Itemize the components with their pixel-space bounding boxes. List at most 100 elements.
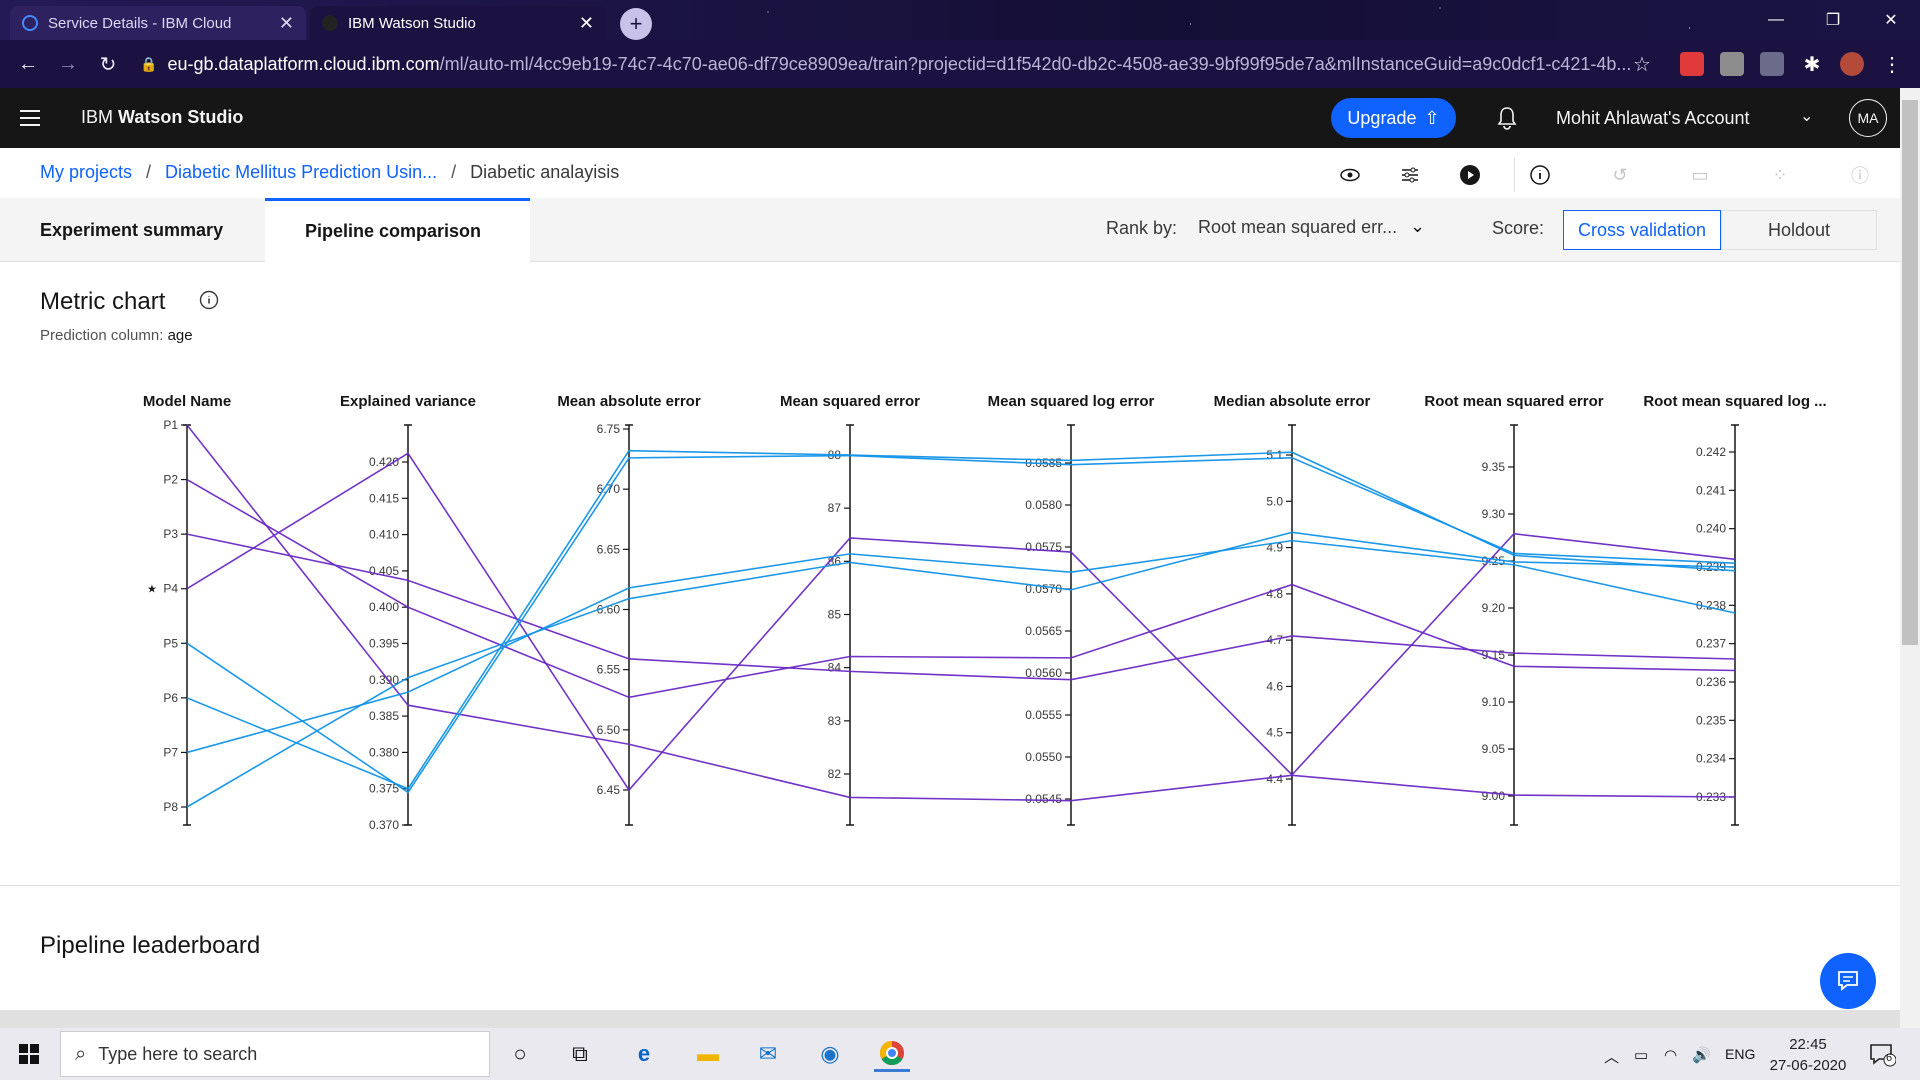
screen: Service Details - IBM Cloud ✕ IBM Watson… bbox=[0, 0, 1920, 1080]
tick-label: 83 bbox=[828, 714, 842, 728]
tray-up-icon[interactable]: ︿ bbox=[1604, 1046, 1619, 1067]
volume-icon[interactable]: 🔊 bbox=[1692, 1046, 1711, 1064]
extension-icon[interactable] bbox=[1680, 52, 1704, 76]
tick-label: 0.0550 bbox=[1025, 750, 1062, 764]
tab-experiment-summary[interactable]: Experiment summary bbox=[40, 198, 250, 262]
breadcrumb-project[interactable]: Diabetic Mellitus Prediction Usin... bbox=[165, 162, 437, 183]
table-header-strip bbox=[0, 1010, 1900, 1028]
help-icon[interactable]: ⓘ bbox=[1848, 163, 1872, 187]
axis-label: Root mean squared log ... bbox=[1643, 393, 1826, 410]
profile-icon[interactable] bbox=[1840, 52, 1864, 76]
tick-label: 0.237 bbox=[1696, 637, 1726, 651]
comment-icon[interactable]: ▭ bbox=[1688, 163, 1712, 187]
url-field[interactable]: 🔒 eu-gb.dataplatform.cloud.ibm.com/ml/au… bbox=[140, 46, 1640, 82]
tick-label: P7 bbox=[163, 745, 178, 759]
close-icon[interactable]: ✕ bbox=[279, 13, 294, 34]
puzzle-icon[interactable]: ✱ bbox=[1800, 52, 1824, 76]
task-view-icon[interactable]: ⧉ bbox=[562, 1036, 598, 1072]
breadcrumb-current: Diabetic analayisis bbox=[470, 162, 620, 182]
series-line-p8[interactable] bbox=[186, 531, 1736, 808]
series-line-p6[interactable] bbox=[186, 449, 1736, 790]
chat-button[interactable] bbox=[1820, 953, 1876, 1009]
account-switcher[interactable]: Mohit Ahlawat's Account bbox=[1556, 108, 1750, 129]
history-icon[interactable]: ↺ bbox=[1608, 163, 1632, 187]
browser-tab-watson-studio[interactable]: IBM Watson Studio ✕ bbox=[310, 6, 606, 40]
rank-dropdown[interactable]: Root mean squared err... bbox=[1198, 217, 1397, 238]
chevron-down-icon[interactable]: ⌄ bbox=[1800, 106, 1813, 126]
tick-label: 0.380 bbox=[369, 745, 399, 759]
wifi-icon[interactable]: ◠ bbox=[1664, 1046, 1677, 1064]
back-icon[interactable]: ← bbox=[8, 44, 48, 84]
menu-dots-icon[interactable]: ⋮ bbox=[1882, 52, 1902, 77]
file-explorer-icon[interactable]: ▬ bbox=[690, 1036, 726, 1072]
reload-icon[interactable]: ↻ bbox=[88, 44, 128, 84]
series-line-p7[interactable] bbox=[186, 539, 1736, 754]
tick-label: P2 bbox=[163, 473, 178, 487]
tick-label: P4 bbox=[163, 582, 178, 596]
tick-label: 87 bbox=[828, 501, 842, 515]
forward-icon[interactable]: → bbox=[48, 44, 88, 84]
tab-pipeline-comparison[interactable]: Pipeline comparison bbox=[265, 198, 530, 262]
brand-prefix: IBM bbox=[81, 107, 119, 127]
tick-label: 4.6 bbox=[1266, 679, 1283, 693]
tick-label: 0.415 bbox=[369, 491, 399, 505]
notification-center-icon[interactable]: 6 bbox=[1868, 1040, 1897, 1068]
breadcrumb-separator: / bbox=[451, 162, 457, 182]
edge-icon[interactable]: e bbox=[626, 1036, 662, 1072]
browser-tab-ibm-cloud[interactable]: Service Details - IBM Cloud ✕ bbox=[10, 6, 306, 40]
axis-7: Root mean squared log ... 0.242 0.241 0.240… bbox=[1643, 393, 1827, 826]
tick-label: 9.00 bbox=[1482, 789, 1506, 803]
url-path: /ml/auto-ml/4cc9eb19-74c7-4c70-ae06-df79… bbox=[439, 53, 1632, 74]
watson-icon bbox=[322, 15, 338, 31]
taskbar-search[interactable]: ⌕ Type here to search bbox=[60, 1031, 490, 1077]
language[interactable]: ENG bbox=[1725, 1046, 1755, 1062]
info-icon[interactable] bbox=[199, 290, 219, 315]
extension-icon[interactable] bbox=[1760, 52, 1784, 76]
window-close-icon[interactable]: ✕ bbox=[1868, 6, 1914, 34]
tick-label: P8 bbox=[163, 800, 178, 814]
apps-icon[interactable]: ⁘ bbox=[1768, 163, 1792, 187]
upgrade-button[interactable]: Upgrade ⇧ bbox=[1331, 98, 1456, 138]
bookmark-star-icon[interactable]: ☆ bbox=[1622, 44, 1662, 84]
scrollbar-thumb[interactable] bbox=[1902, 100, 1918, 645]
hamburger-icon[interactable] bbox=[20, 110, 40, 126]
chevron-down-icon[interactable]: ⌄ bbox=[1410, 216, 1425, 237]
mail-icon[interactable]: ✉ bbox=[750, 1036, 786, 1072]
tick-label: 0.0555 bbox=[1025, 708, 1062, 722]
tick-label: 0.236 bbox=[1696, 675, 1726, 689]
star-icon: ★ bbox=[147, 584, 157, 596]
windows-start-icon[interactable] bbox=[18, 1043, 40, 1070]
tick-label: P1 bbox=[163, 418, 178, 432]
prediction-column: Prediction column: age bbox=[40, 327, 193, 344]
run-icon[interactable] bbox=[1458, 163, 1482, 187]
restore-icon[interactable]: ❐ bbox=[1810, 6, 1856, 34]
eye-icon[interactable] bbox=[1338, 163, 1362, 187]
tick-label: 0.242 bbox=[1696, 445, 1726, 459]
minimize-icon[interactable]: — bbox=[1753, 6, 1799, 34]
cortana-icon[interactable]: ○ bbox=[502, 1036, 538, 1072]
tick-label: 6.65 bbox=[597, 542, 621, 556]
brand[interactable]: IBM Watson Studio bbox=[81, 107, 243, 128]
clock[interactable]: 22:45 27-06-2020 bbox=[1768, 1034, 1848, 1076]
section-divider bbox=[0, 885, 1900, 886]
toolbar-divider bbox=[1514, 158, 1515, 192]
extension-icon[interactable] bbox=[1720, 52, 1744, 76]
settings-sliders-icon[interactable] bbox=[1398, 163, 1422, 187]
tick-label: 85 bbox=[828, 608, 842, 622]
tick-label: 5.0 bbox=[1266, 494, 1283, 508]
close-icon[interactable]: ✕ bbox=[579, 13, 594, 34]
axis-label: Model Name bbox=[143, 393, 231, 410]
chrome-icon[interactable] bbox=[874, 1036, 910, 1072]
new-tab-button[interactable]: + bbox=[620, 8, 652, 40]
cross-validation-button[interactable]: Cross validation bbox=[1563, 210, 1721, 250]
holdout-button[interactable]: Holdout bbox=[1721, 210, 1877, 250]
avatar[interactable]: MA bbox=[1849, 99, 1887, 137]
axis-label: Mean squared log error bbox=[988, 393, 1155, 410]
series-line-p4[interactable] bbox=[186, 452, 1736, 792]
battery-icon[interactable]: ▭ bbox=[1634, 1046, 1648, 1064]
breadcrumb-my-projects[interactable]: My projects bbox=[40, 162, 132, 183]
app-icon[interactable]: ◉ bbox=[812, 1036, 848, 1072]
leaderboard-title: Pipeline leaderboard bbox=[40, 932, 261, 959]
info-icon[interactable] bbox=[1528, 163, 1552, 187]
notification-bell-icon[interactable] bbox=[1493, 104, 1521, 132]
